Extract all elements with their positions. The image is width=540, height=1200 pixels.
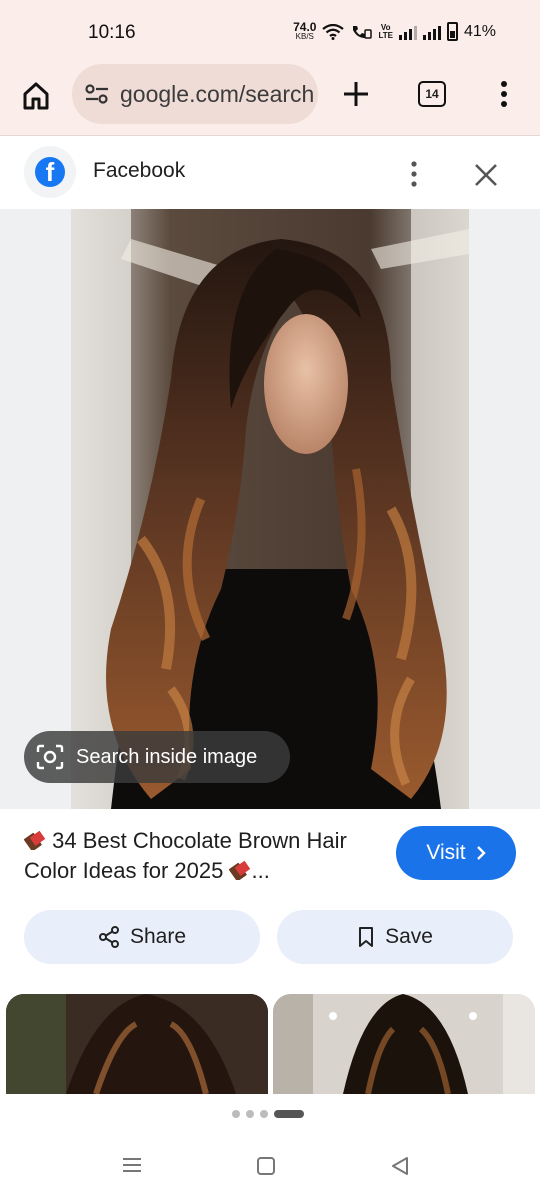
signal-icon-sim2 bbox=[422, 24, 441, 40]
source-favicon[interactable]: f bbox=[24, 146, 76, 198]
visit-label: Visit bbox=[426, 841, 466, 864]
more-vert-icon[interactable] bbox=[402, 159, 426, 189]
save-button[interactable]: Save bbox=[277, 910, 513, 964]
nav-home-icon[interactable] bbox=[257, 1157, 275, 1175]
hair-photo-illustration bbox=[71, 209, 469, 809]
related-image[interactable] bbox=[273, 994, 535, 1094]
network-speed: 74.0 KB/S bbox=[293, 19, 317, 41]
visit-button[interactable]: Visit bbox=[396, 826, 516, 880]
battery-icon bbox=[446, 22, 458, 41]
related-image-illustration bbox=[6, 994, 268, 1094]
search-inside-image-label: Search inside image bbox=[76, 745, 258, 768]
system-nav-bar bbox=[0, 1140, 540, 1200]
result-title-ellipsis: ... bbox=[251, 858, 270, 883]
source-name[interactable]: Facebook bbox=[93, 159, 185, 183]
status-bar: 10:16 74.0 KB/S Vo LTE 41% bbox=[0, 0, 540, 64]
chocolate-bar-emoji-icon bbox=[24, 830, 46, 850]
url-text[interactable]: google.com/search bbox=[120, 81, 314, 108]
home-icon[interactable] bbox=[20, 80, 52, 112]
status-icons: 74.0 KB/S Vo LTE 41% bbox=[293, 19, 496, 41]
tab-switcher-button[interactable]: 14 bbox=[418, 81, 446, 107]
battery-percent: 41% bbox=[463, 22, 496, 40]
network-speed-value: 74.0 bbox=[293, 19, 317, 34]
more-vert-icon[interactable] bbox=[492, 78, 516, 110]
back-icon[interactable] bbox=[390, 1156, 410, 1176]
save-label: Save bbox=[385, 925, 433, 948]
signal-icon-sim1 bbox=[398, 24, 417, 40]
related-image[interactable] bbox=[6, 994, 268, 1094]
page-dot bbox=[260, 1110, 268, 1118]
volte-indicator: Vo LTE bbox=[378, 23, 393, 40]
lens-camera-icon bbox=[36, 744, 64, 770]
recents-icon[interactable] bbox=[122, 1156, 142, 1174]
chevron-right-icon bbox=[476, 846, 486, 860]
image-viewer: Search inside image bbox=[0, 209, 540, 809]
facebook-logo-icon: f bbox=[35, 157, 65, 187]
chocolate-bar-emoji-icon bbox=[229, 860, 251, 880]
wifi-calling-icon bbox=[353, 25, 373, 39]
related-image-illustration bbox=[273, 994, 535, 1094]
result-title[interactable]: 34 Best Chocolate Brown Hair Color Ideas… bbox=[24, 826, 374, 886]
share-icon bbox=[98, 926, 119, 948]
search-inside-image-button[interactable]: Search inside image bbox=[24, 731, 290, 783]
page-dot bbox=[232, 1110, 240, 1118]
main-image[interactable] bbox=[71, 209, 469, 809]
share-button[interactable]: Share bbox=[24, 910, 260, 964]
page-dot bbox=[246, 1110, 254, 1118]
status-time: 10:16 bbox=[88, 22, 136, 43]
address-bar[interactable]: google.com/search bbox=[72, 64, 318, 124]
site-settings-icon[interactable] bbox=[84, 83, 110, 105]
page-indicator bbox=[232, 1110, 304, 1118]
page-dot-active bbox=[274, 1110, 304, 1118]
source-header: f Facebook bbox=[0, 137, 540, 209]
result-title-text: 34 Best Chocolate Brown Hair Color Ideas… bbox=[24, 828, 347, 883]
new-tab-icon[interactable] bbox=[340, 78, 372, 110]
browser-toolbar: google.com/search 14 bbox=[0, 64, 540, 136]
wifi-icon bbox=[322, 23, 345, 40]
volte-bottom-label: LTE bbox=[378, 30, 393, 40]
close-icon[interactable] bbox=[472, 161, 500, 189]
network-speed-unit: KB/S bbox=[295, 31, 314, 41]
bookmark-icon bbox=[359, 927, 374, 947]
share-label: Share bbox=[129, 925, 187, 948]
